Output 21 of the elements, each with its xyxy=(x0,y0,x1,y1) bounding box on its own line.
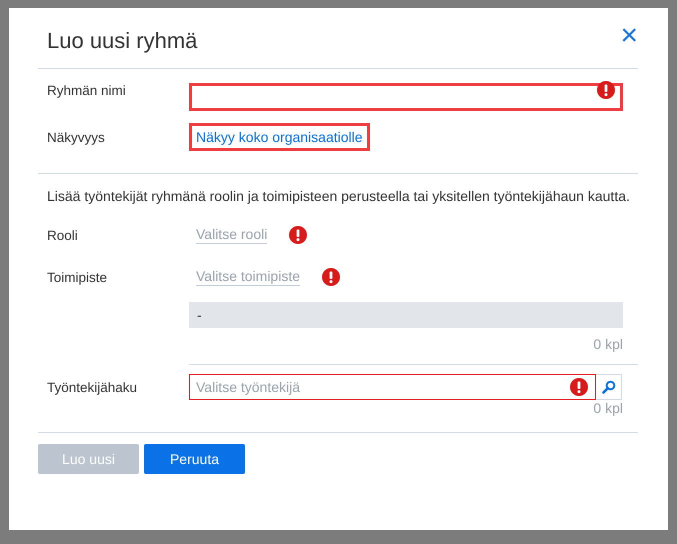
name-field[interactable] xyxy=(189,83,623,111)
close-button[interactable]: × xyxy=(620,21,638,51)
field-label: Toimipiste xyxy=(47,270,108,284)
count-text: 0 kpl xyxy=(592,400,623,418)
dialog-title: Luo uusi ryhmä xyxy=(47,28,198,54)
field-label: Ryhmän nimi xyxy=(47,82,127,98)
select-link[interactable]: Valitse toimipiste xyxy=(196,268,300,286)
field-label: Työntekijähaku xyxy=(47,380,138,394)
search-button[interactable] xyxy=(596,374,622,400)
count-text: 0 kpl xyxy=(592,336,623,354)
cancel-button[interactable]: Peruuta xyxy=(144,444,245,474)
description-text: Lisää työntekijät ryhmänä roolin ja toimipisteen perusteella tai yksitellen työntekijähaun kautta. xyxy=(46,187,631,206)
visibility-link[interactable]: Näkyy koko organisaatiolle xyxy=(189,123,370,151)
field-label: Näkyvyys xyxy=(47,130,106,144)
employee-search-field[interactable]: Valitse työntekijä xyxy=(189,374,596,400)
search-icon xyxy=(602,380,616,394)
list-item: - xyxy=(197,307,202,323)
error-icon xyxy=(597,81,615,99)
select-link[interactable]: Valitse rooli xyxy=(196,226,268,244)
error-icon xyxy=(570,378,588,396)
field-label: Rooli xyxy=(47,228,79,242)
